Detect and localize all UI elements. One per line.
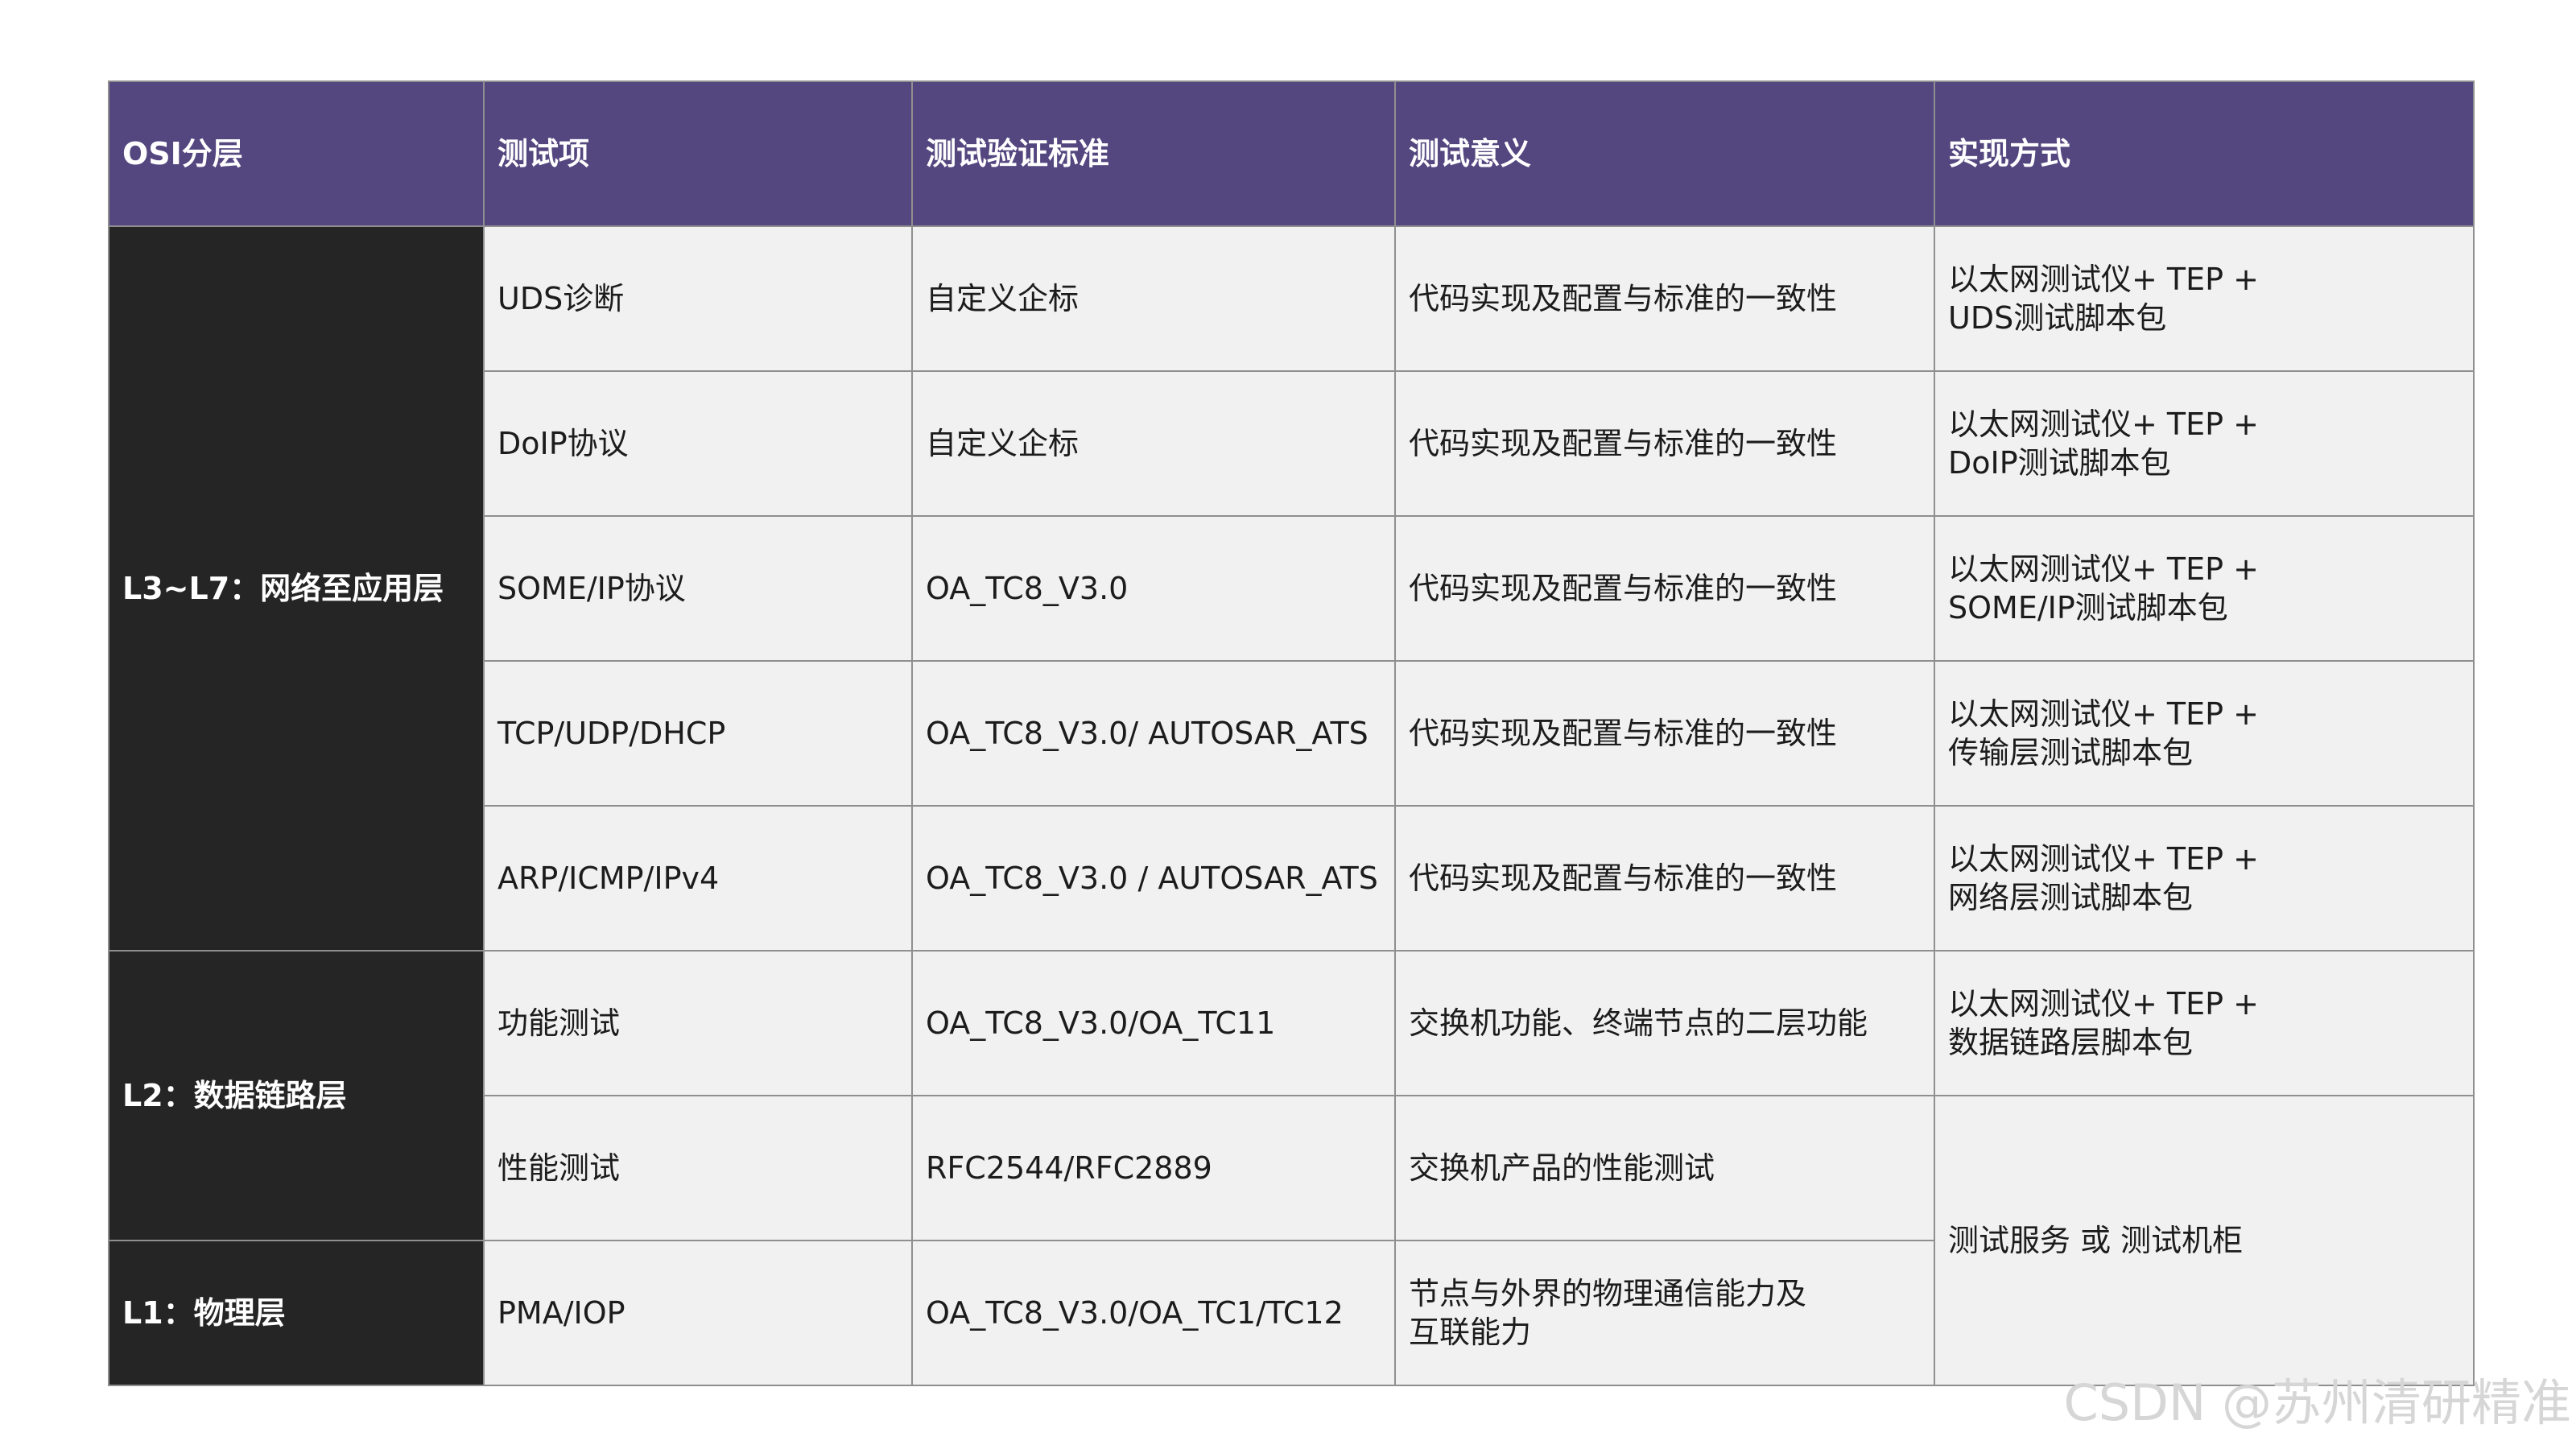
test-meaning-line: 节点与外界的物理通信能力及 [1409,1276,1807,1311]
implementation-cell: 以太网测试仪+ TEP + DoIP测试脚本包 [1934,370,2475,517]
test-meaning-cell: 代码实现及配置与标准的一致性 [1394,660,1935,807]
header-test-meaning: 测试意义 [1394,80,1935,227]
header-osi-layer: OSI分层 [108,80,485,227]
test-standard-cell: 自定义企标 [911,225,1396,372]
implementation-line: 以太网测试仪+ TEP + [1948,551,2259,587]
implementation-line: 以太网测试仪+ TEP + [1948,696,2259,732]
implementation-line: 数据链路层脚本包 [1948,1025,2194,1060]
implementation-line: 传输层测试脚本包 [1948,735,2194,770]
test-standard-cell: OA_TC8_V3.0 / AUTOSAR_ATS [911,805,1396,952]
test-meaning-line: 互联能力 [1409,1315,1532,1350]
test-standard-cell: 自定义企标 [911,370,1396,517]
watermark: CSDN @苏州清研精准 [2063,1373,2571,1432]
test-item-cell: ARP/ICMP/IPv4 [483,805,913,952]
table-row: L3~L7：网络至应用层 UDS诊断 自定义企标 代码实现及配置与标准的一致性 … [108,225,2475,952]
implementation-line: 测试服务 或 测试机柜 [1948,1223,2244,1258]
test-standard-cell: OA_TC8_V3.0/ AUTOSAR_ATS [911,660,1396,807]
test-meaning-cell: 代码实现及配置与标准的一致性 [1394,370,1935,517]
test-meaning-cell: 代码实现及配置与标准的一致性 [1394,805,1935,952]
test-meaning-cell: 交换机功能、终端节点的二层功能 [1394,950,1935,1096]
header-test-standard: 测试验证标准 [911,80,1396,227]
implementation-cell: 测试服务 或 测试机柜 [1934,1095,2475,1386]
test-meaning-cell: 节点与外界的物理通信能力及 互联能力 [1394,1240,1935,1386]
test-item-cell: 性能测试 [483,1095,913,1241]
implementation-line: 以太网测试仪+ TEP + [1948,986,2259,1022]
implementation-line: DoIP测试脚本包 [1948,445,2171,481]
layer-cell-l1: L1：物理层 [108,1240,485,1386]
table-row: L2：数据链路层 功能测试 OA_TC8_V3.0/OA_TC11 交换机功能、… [108,950,2475,1241]
test-item-cell: TCP/UDP/DHCP [483,660,913,807]
test-meaning-cell: 代码实现及配置与标准的一致性 [1394,515,1935,662]
implementation-line: 网络层测试脚本包 [1948,880,2194,915]
layer-cell-l2: L2：数据链路层 [108,950,485,1241]
table-header-row: OSI分层 测试项 测试验证标准 测试意义 实现方式 [108,80,2475,227]
test-standard-cell: OA_TC8_V3.0/OA_TC11 [911,950,1396,1096]
osi-test-table: OSI分层 测试项 测试验证标准 测试意义 实现方式 L3~L7：网络至应用层 … [108,80,2475,1386]
layer-cell-l3-l7: L3~L7：网络至应用层 [108,225,485,952]
test-standard-cell: OA_TC8_V3.0 [911,515,1396,662]
test-meaning-line: 代码实现及配置与标准的一致性 [1409,571,1838,606]
implementation-cell: 以太网测试仪+ TEP + 数据链路层脚本包 [1934,950,2475,1096]
test-item-cell: 功能测试 [483,950,913,1096]
implementation-cell: 以太网测试仪+ TEP + 传输层测试脚本包 [1934,660,2475,807]
test-meaning-line: 代码实现及配置与标准的一致性 [1409,716,1838,751]
test-meaning-line: 交换机功能、终端节点的二层功能 [1409,1005,1868,1041]
test-meaning-line: 代码实现及配置与标准的一致性 [1409,281,1838,316]
test-standard-cell: OA_TC8_V3.0/OA_TC1/TC12 [911,1240,1396,1386]
test-meaning-line: 代码实现及配置与标准的一致性 [1409,861,1838,896]
implementation-cell: 以太网测试仪+ TEP + UDS测试脚本包 [1934,225,2475,372]
test-item-cell: PMA/IOP [483,1240,913,1386]
test-item-cell: SOME/IP协议 [483,515,913,662]
test-meaning-cell: 代码实现及配置与标准的一致性 [1394,225,1935,372]
test-item-cell: UDS诊断 [483,225,913,372]
implementation-line: SOME/IP测试脚本包 [1948,590,2228,625]
header-implementation: 实现方式 [1934,80,2475,227]
implementation-line: 以太网测试仪+ TEP + [1948,841,2259,877]
implementation-line: 以太网测试仪+ TEP + [1948,407,2259,442]
test-standard-cell: RFC2544/RFC2889 [911,1095,1396,1241]
test-meaning-line: 代码实现及配置与标准的一致性 [1409,426,1838,461]
implementation-line: UDS测试脚本包 [1948,300,2167,336]
implementation-cell: 以太网测试仪+ TEP + SOME/IP测试脚本包 [1934,515,2475,662]
implementation-line: 以太网测试仪+ TEP + [1948,262,2259,297]
implementation-cell: 以太网测试仪+ TEP + 网络层测试脚本包 [1934,805,2475,952]
test-item-cell: DoIP协议 [483,370,913,517]
test-meaning-cell: 交换机产品的性能测试 [1394,1095,1935,1241]
test-meaning-line: 交换机产品的性能测试 [1409,1150,1715,1186]
header-test-item: 测试项 [483,80,913,227]
